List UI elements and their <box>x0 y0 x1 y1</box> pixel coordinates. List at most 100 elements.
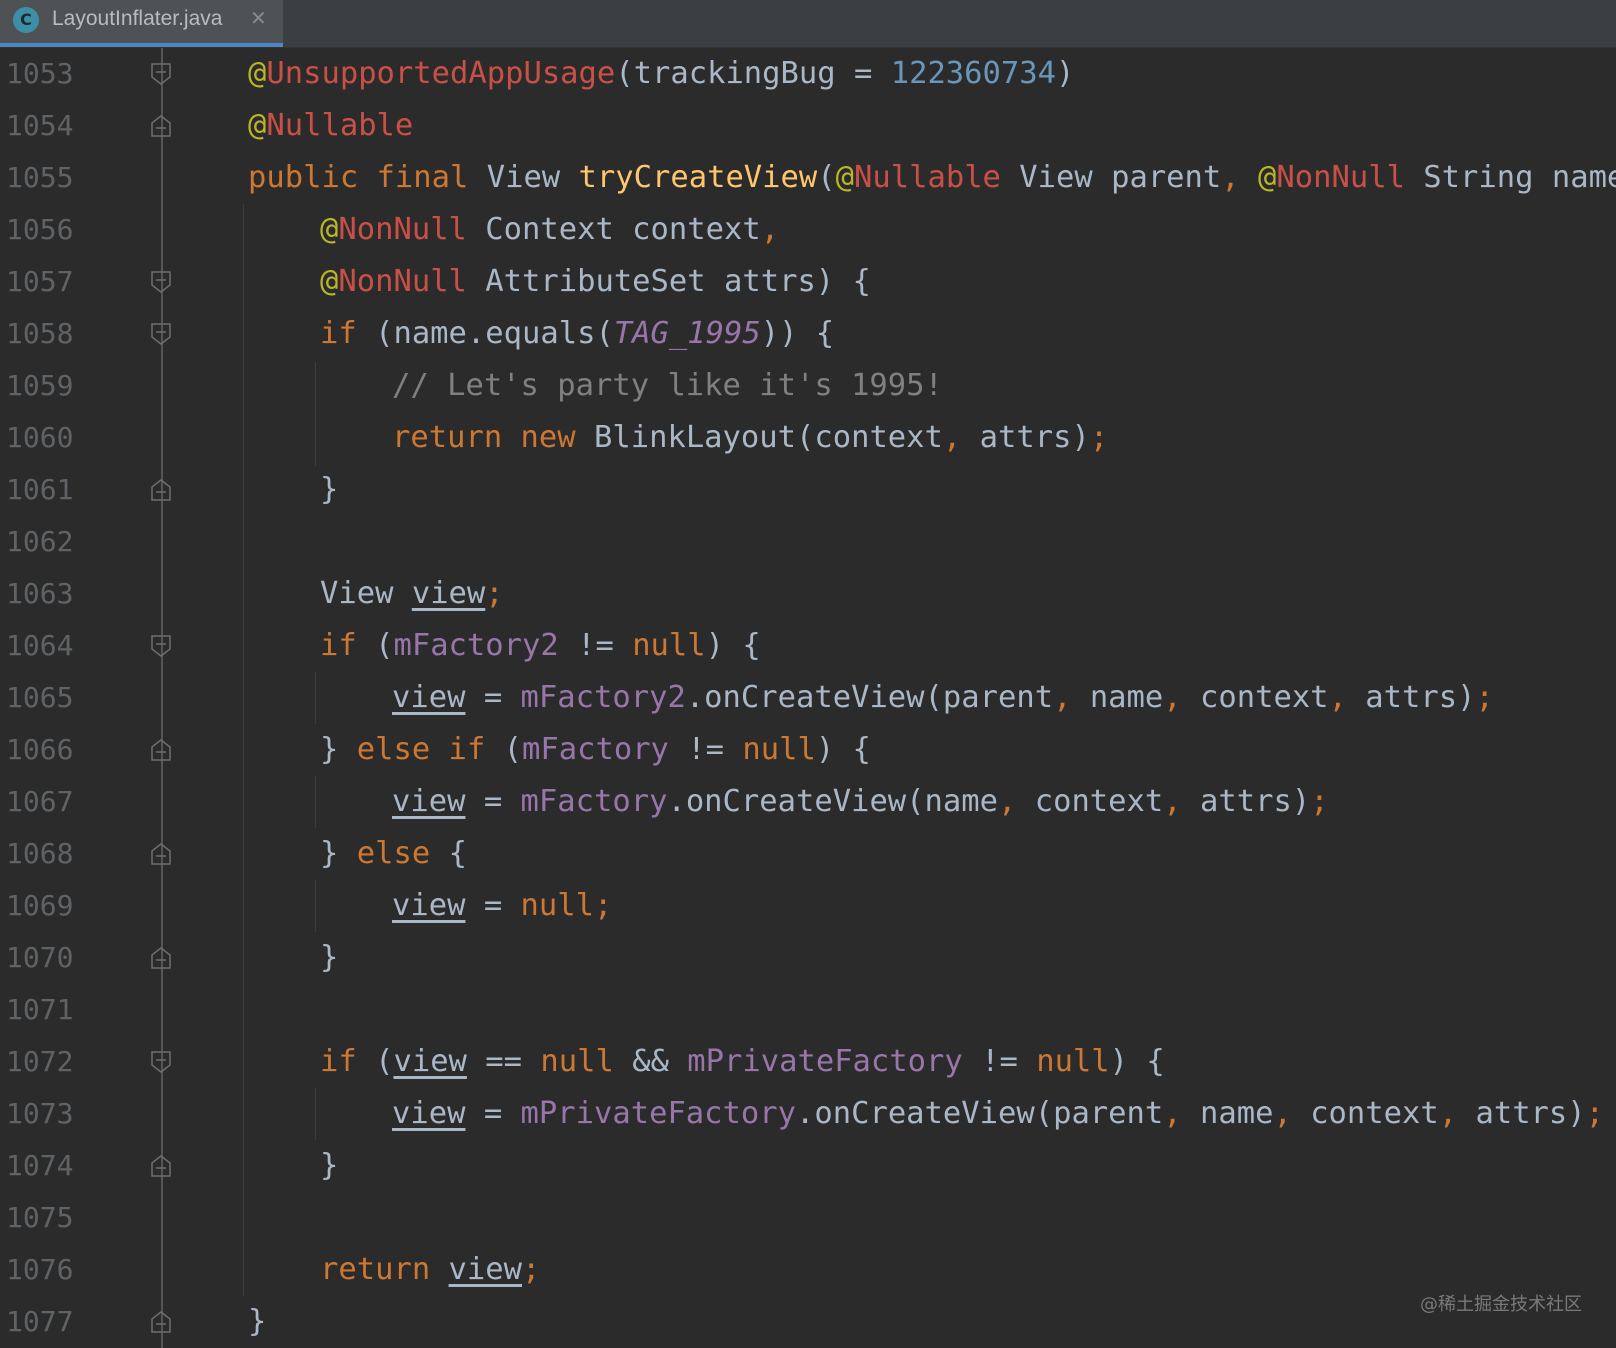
code-token: view <box>392 680 466 715</box>
code-line[interactable]: 1071 <box>0 984 1616 1036</box>
tab-layoutinflater-java[interactable]: C LayoutInflater.java ✕ <box>0 0 283 47</box>
line-number[interactable]: 1056 <box>6 204 96 256</box>
code-token: view <box>411 576 486 611</box>
code-line[interactable]: 1072 if (view == null && mPrivateFactory … <box>0 1036 1616 1088</box>
line-number[interactable]: 1065 <box>6 672 96 724</box>
code-line[interactable]: 1056 @NonNull Context context, <box>0 204 1616 256</box>
code-token: mFactory <box>520 784 668 819</box>
code-token: } <box>320 940 339 975</box>
line-number[interactable]: 1074 <box>6 1140 96 1192</box>
code-token: view <box>393 1044 467 1079</box>
fold-open-icon[interactable] <box>151 635 171 657</box>
editor-tab-bar: C LayoutInflater.java ✕ <box>0 0 1616 48</box>
fold-open-icon[interactable] <box>151 63 171 85</box>
code-token: attrs) <box>979 420 1090 455</box>
code-token: context <box>1200 680 1329 715</box>
code-text: view = mFactory.onCreateView(name, conte… <box>392 776 1329 828</box>
line-number[interactable]: 1076 <box>6 1244 96 1296</box>
line-number[interactable]: 1071 <box>6 984 96 1036</box>
code-token: NonNull <box>338 264 467 299</box>
code-token: , <box>1163 1096 1200 1131</box>
line-number[interactable]: 1063 <box>6 568 96 620</box>
line-number[interactable]: 1069 <box>6 880 96 932</box>
code-token: UnsupportedAppUsage <box>266 56 616 91</box>
code-token: == <box>466 1044 541 1079</box>
fold-close-icon[interactable] <box>151 947 171 969</box>
code-line[interactable]: 1061} <box>0 464 1616 516</box>
watermark: @稀土掘金技术社区 <box>1420 1294 1582 1315</box>
code-line[interactable]: 1077} <box>0 1296 1616 1348</box>
fold-open-icon[interactable] <box>151 323 171 345</box>
fold-close-icon[interactable] <box>151 843 171 865</box>
line-number[interactable]: 1064 <box>6 620 96 672</box>
code-line[interactable]: 1063 View view; <box>0 568 1616 620</box>
code-text: } <box>248 1296 266 1348</box>
line-number[interactable]: 1077 <box>6 1296 96 1348</box>
line-number[interactable]: 1073 <box>6 1088 96 1140</box>
code-token: null <box>520 888 594 923</box>
line-number[interactable]: 1070 <box>6 932 96 984</box>
code-token: name <box>1089 680 1164 715</box>
code-editor[interactable]: 1053 @UnsupportedAppUsage(trackingBug = 1… <box>0 48 1616 1348</box>
code-line[interactable]: 1064 if (mFactory2 != null) { <box>0 620 1616 672</box>
fold-open-icon[interactable] <box>151 1051 171 1073</box>
code-token: name <box>1200 1096 1274 1131</box>
code-line[interactable]: 1055 public final View tryCreateView(@Nul… <box>0 152 1616 204</box>
code-text: @UnsupportedAppUsage(trackingBug = 12236… <box>248 48 1074 100</box>
code-line[interactable]: 1057 @NonNull AttributeSet attrs) { <box>0 256 1616 308</box>
fold-close-icon[interactable] <box>151 1155 171 1177</box>
line-number[interactable]: 1059 <box>6 360 96 412</box>
code-text: view = mPrivateFactory.onCreateView(pare… <box>392 1088 1604 1140</box>
line-number[interactable]: 1057 <box>6 256 96 308</box>
code-line[interactable]: 1070} <box>0 932 1616 984</box>
code-token: ; <box>1475 680 1494 715</box>
code-token: View <box>320 576 412 611</box>
code-token: @ <box>835 160 855 195</box>
line-number[interactable]: 1053 <box>6 48 96 100</box>
line-number[interactable]: 1066 <box>6 724 96 776</box>
code-line[interactable]: 1054 @Nullable <box>0 100 1616 152</box>
code-token: BlinkLayout(context <box>594 420 943 455</box>
code-line[interactable]: 1062 <box>0 516 1616 568</box>
code-token: .onCreateView(name <box>667 784 998 819</box>
line-number[interactable]: 1060 <box>6 412 96 464</box>
line-number[interactable]: 1054 <box>6 100 96 152</box>
code-token: } <box>248 1304 267 1339</box>
code-line[interactable]: 1073 view = mPrivateFactory.onCreateView(… <box>0 1088 1616 1140</box>
code-line[interactable]: 1076 return view; <box>0 1244 1616 1296</box>
line-number[interactable]: 1067 <box>6 776 96 828</box>
code-line[interactable]: 1059 // Let's party like it's 1995! <box>0 360 1616 412</box>
code-token: @ <box>320 264 339 299</box>
line-number[interactable]: 1075 <box>6 1192 96 1244</box>
line-number[interactable]: 1061 <box>6 464 96 516</box>
code-line[interactable]: 1074} <box>0 1140 1616 1192</box>
code-line[interactable]: 1060 return new BlinkLayout(context, attr… <box>0 412 1616 464</box>
line-number[interactable]: 1068 <box>6 828 96 880</box>
code-token: , <box>997 784 1035 819</box>
code-line[interactable]: 1058 if (name.equals(TAG_1995)) { <box>0 308 1616 360</box>
fold-close-icon[interactable] <box>151 739 171 761</box>
code-line[interactable]: 1075 <box>0 1192 1616 1244</box>
code-line[interactable]: 1068} else { <box>0 828 1616 880</box>
line-number[interactable]: 1072 <box>6 1036 96 1088</box>
line-number[interactable]: 1062 <box>6 516 96 568</box>
code-text: view = null; <box>392 880 612 932</box>
code-text: if (view == null && mPrivateFactory != n… <box>320 1036 1165 1088</box>
code-token: View parent <box>1000 160 1222 195</box>
code-line[interactable]: 1069 view = null; <box>0 880 1616 932</box>
line-number[interactable]: 1055 <box>6 152 96 204</box>
code-line[interactable]: 1053 @UnsupportedAppUsage(trackingBug = 1… <box>0 48 1616 100</box>
close-icon[interactable]: ✕ <box>250 6 267 30</box>
code-line[interactable]: 1067 view = mFactory.onCreateView(name, c… <box>0 776 1616 828</box>
code-line[interactable]: 1066} else if (mFactory != null) { <box>0 724 1616 776</box>
fold-close-icon[interactable] <box>151 115 171 137</box>
code-line[interactable]: 1065 view = mFactory2.onCreateView(parent… <box>0 672 1616 724</box>
fold-close-icon[interactable] <box>151 1311 171 1333</box>
code-token: } <box>320 732 357 767</box>
fold-close-icon[interactable] <box>151 479 171 501</box>
line-number[interactable]: 1058 <box>6 308 96 360</box>
code-token: , <box>1163 784 1200 819</box>
code-token: (name.equals( <box>375 316 614 351</box>
code-token: mPrivateFactory <box>520 1096 796 1131</box>
fold-open-icon[interactable] <box>151 271 171 293</box>
